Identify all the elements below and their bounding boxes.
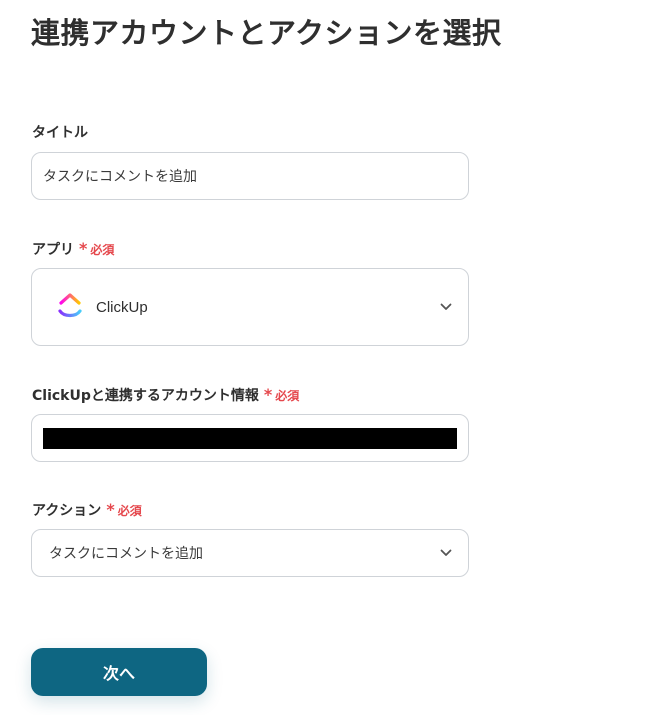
redacted-account-value xyxy=(43,427,457,449)
account-select[interactable] xyxy=(31,414,469,462)
next-button[interactable]: 次へ xyxy=(31,648,207,696)
action-select[interactable]: タスクにコメントを追加 xyxy=(31,529,469,577)
required-star-icon: * xyxy=(79,239,88,258)
required-text: 必須 xyxy=(90,242,115,257)
account-field-label-text: ClickUpと連携するアカウント情報 xyxy=(32,388,259,404)
selected-action: タスクにコメントを追加 xyxy=(49,546,203,562)
page: 連携アカウントとアクションを選択 タイトル タスクにコメントを追加 アプリ * … xyxy=(0,0,672,715)
action-field-label-text: アクション xyxy=(32,503,102,519)
required-star-icon: * xyxy=(106,500,115,519)
action-field-label: アクション * 必須 xyxy=(32,500,142,520)
required-text: 必須 xyxy=(275,388,300,403)
selected-app-name: ClickUp xyxy=(96,298,148,316)
app-field-label: アプリ * 必須 xyxy=(32,239,114,259)
chevron-down-icon xyxy=(440,549,452,556)
title-input-value: タスクにコメントを追加 xyxy=(43,169,197,185)
required-text: 必須 xyxy=(117,503,142,518)
page-title: 連携アカウントとアクションを選択 xyxy=(31,16,502,50)
account-field-label: ClickUpと連携するアカウント情報 * 必須 xyxy=(32,385,299,405)
title-field-label-text: タイトル xyxy=(32,125,88,141)
title-input[interactable]: タスクにコメントを追加 xyxy=(31,152,469,200)
title-field-label: タイトル xyxy=(32,122,88,142)
required-badge: * 必須 xyxy=(79,241,114,258)
chevron-down-icon xyxy=(440,303,452,310)
app-field-label-text: アプリ xyxy=(32,242,74,258)
app-select[interactable]: ClickUp xyxy=(31,268,469,346)
required-badge: * 必須 xyxy=(264,387,299,404)
clickup-logo-icon xyxy=(57,292,83,322)
required-star-icon: * xyxy=(263,385,273,404)
required-badge: * 必須 xyxy=(106,502,141,519)
